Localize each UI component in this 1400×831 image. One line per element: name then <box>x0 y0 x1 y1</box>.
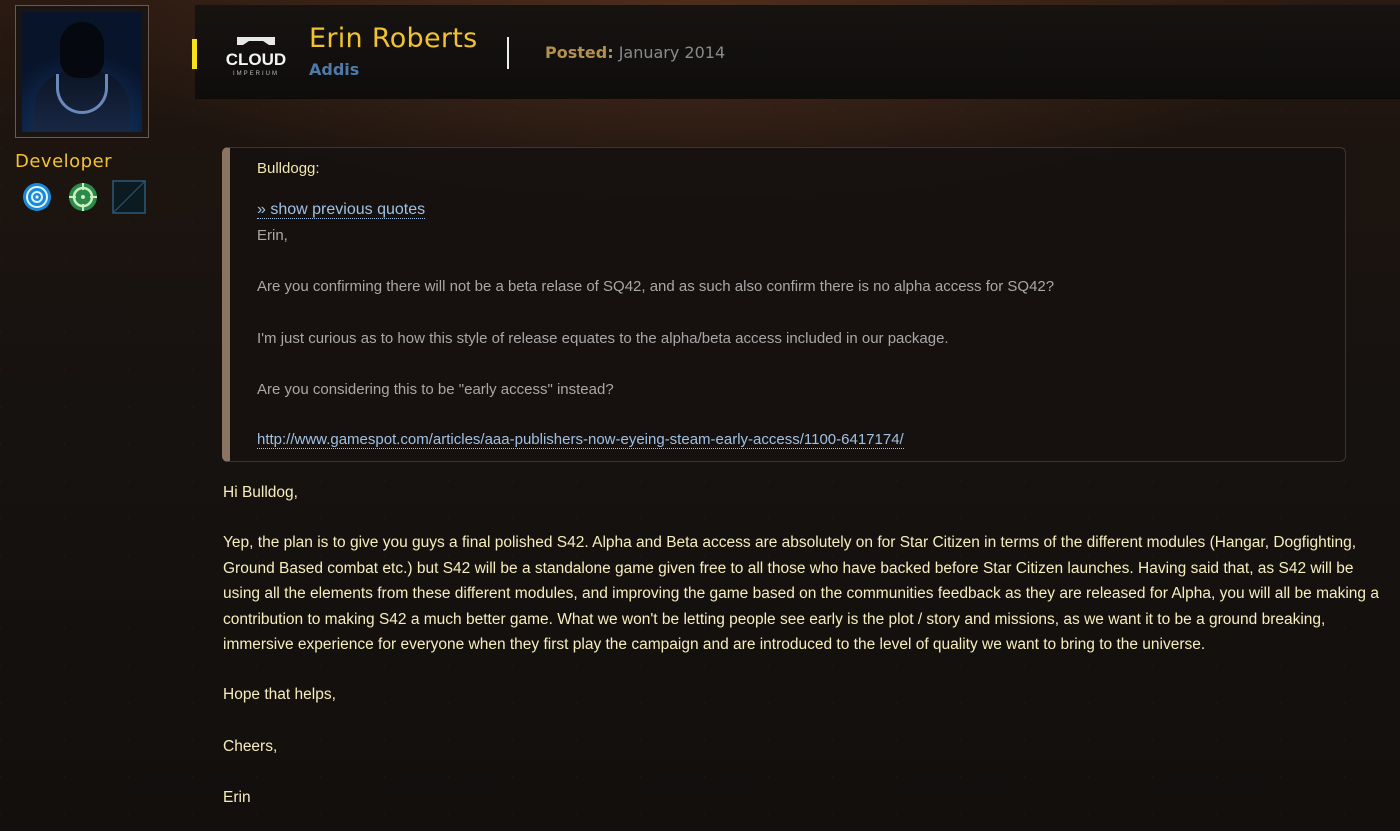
posted-info: Posted: January 2014 <box>545 43 725 62</box>
post-closing: Cheers, <box>223 738 278 755</box>
crosshair-badge-icon[interactable] <box>66 180 100 214</box>
quote-line: Erin, <box>257 227 288 244</box>
avatar[interactable] <box>22 12 142 132</box>
svg-text:IMPERIUM: IMPERIUM <box>233 71 279 77</box>
author-sidebar: Developer <box>0 0 180 831</box>
empty-badge-slot <box>112 180 146 214</box>
post-closing: Hope that helps, <box>223 686 336 703</box>
show-previous-quotes-link[interactable]: » show previous quotes <box>257 201 426 219</box>
post-greeting: Hi Bulldog, <box>223 484 298 501</box>
posted-date: January 2014 <box>618 43 726 62</box>
target-badge-icon[interactable] <box>20 180 54 214</box>
quote-block: Bulldogg: » show previous quotes Erin, A… <box>222 147 1346 462</box>
author-organization[interactable]: Addis <box>309 60 359 79</box>
header-divider <box>507 37 509 69</box>
header-accent-bar <box>192 39 197 69</box>
post-header: CLOUD IMPERIUM Erin Roberts Addis Posted… <box>192 5 1400 98</box>
author-role: Developer <box>15 151 113 172</box>
quote-link[interactable]: http://www.gamespot.com/articles/aaa-pub… <box>257 432 904 449</box>
quote-line: Are you confirming there will not be a b… <box>257 278 1055 295</box>
quote-author: Bulldogg: <box>257 160 320 177</box>
quote-line: I'm just curious as to how this style of… <box>257 330 949 347</box>
author-name[interactable]: Erin Roberts <box>309 23 478 54</box>
svg-text:CLOUD: CLOUD <box>226 50 286 69</box>
posted-label: Posted: <box>545 43 614 62</box>
avatar-frame[interactable] <box>15 5 149 138</box>
post-paragraph: Yep, the plan is to give you guys a fina… <box>223 534 1379 653</box>
post-signature: Erin <box>223 789 251 806</box>
cloud-imperium-logo[interactable]: CLOUD IMPERIUM <box>223 33 289 77</box>
quote-line: Are you considering this to be "early ac… <box>257 381 614 398</box>
badge-list <box>20 180 146 214</box>
